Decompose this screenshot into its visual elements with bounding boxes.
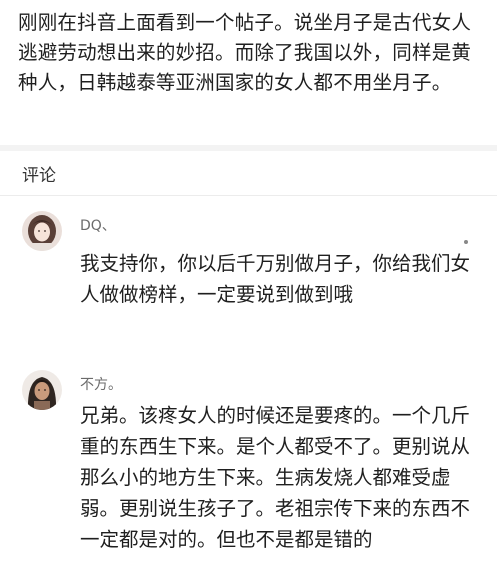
comments-title: 评论: [22, 166, 56, 186]
comment-username[interactable]: DQ、: [80, 215, 116, 235]
comments-header: 评论: [0, 151, 497, 196]
avatar-dark-hair-icon[interactable]: [22, 370, 62, 410]
comment-text: 我支持你，你以后千万别做月子，你给我们女人做做榜样，一定要说到做到哦: [80, 252, 471, 306]
comment-item[interactable]: DQ、 我支持你，你以后千万别做月子，你给我们女人做做榜样，一定要说到做到哦: [0, 196, 497, 356]
comment-text: 兄弟。该疼女人的时候还是要疼的。一个几斤重的东西生下来。是个人都受不了。更别说从…: [80, 404, 471, 551]
more-options-icon[interactable]: [464, 240, 468, 244]
avatar-girl-icon[interactable]: [22, 211, 62, 251]
post-card: 刚刚在抖音上面看到一个帖子。说坐月子是古代女人逃避劳动想出来的妙招。而除了我国以…: [0, 0, 497, 145]
post-text: 刚刚在抖音上面看到一个帖子。说坐月子是古代女人逃避劳动想出来的妙招。而除了我国以…: [18, 11, 472, 94]
comment-item[interactable]: 不方。 兄弟。该疼女人的时候还是要疼的。一个几斤重的东西生下来。是个人都受不了。…: [0, 356, 497, 588]
comment-username[interactable]: 不方。: [80, 374, 122, 394]
